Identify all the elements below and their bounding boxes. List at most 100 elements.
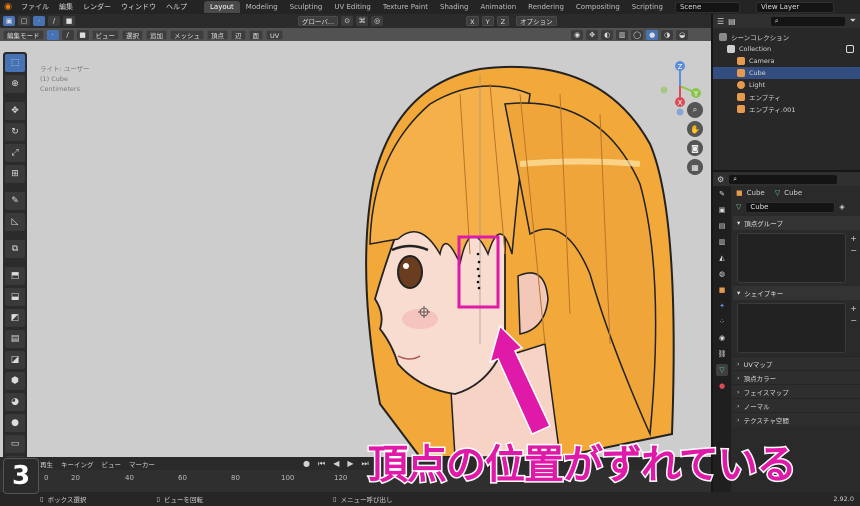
- texture-space-panel[interactable]: › テクスチャ空間: [733, 412, 860, 426]
- axis-y-button[interactable]: Y: [481, 16, 494, 26]
- normals-panel[interactable]: › ノーマル: [733, 398, 860, 412]
- vertex-select-icon[interactable]: ·: [33, 16, 45, 26]
- particles-tab-icon[interactable]: ⁘: [716, 316, 728, 328]
- view-layer-selector[interactable]: View Layer: [755, 1, 834, 13]
- solid-shading-icon[interactable]: ●: [646, 29, 659, 40]
- menu-render[interactable]: レンダー: [78, 2, 116, 12]
- tab-compositing[interactable]: Compositing: [570, 1, 626, 13]
- menu-mesh[interactable]: メッシュ: [170, 29, 204, 40]
- outliner-item-cube[interactable]: Cube: [713, 67, 860, 79]
- 3d-viewport[interactable]: ▣ ▢ · / ■ グローバ... ⊙ ⌘ ◎ X Y Z オプション 編集モー…: [0, 14, 711, 457]
- measure-tool-icon[interactable]: ◺: [5, 213, 25, 231]
- outliner-item-light[interactable]: Light: [713, 79, 860, 91]
- tab-scripting[interactable]: Scripting: [626, 1, 669, 13]
- menu-vertex[interactable]: 頂点: [207, 29, 228, 40]
- knife-tool-icon[interactable]: ◪: [5, 351, 25, 369]
- pan-hand-icon[interactable]: ✋: [687, 121, 703, 137]
- annotate-tool-icon[interactable]: ✎: [5, 192, 25, 210]
- filter-icon[interactable]: ⏷: [850, 16, 856, 26]
- edge-mode-icon[interactable]: /: [61, 29, 74, 40]
- pivot-icon[interactable]: ⊙: [341, 16, 354, 26]
- scene-collection-row[interactable]: シーンコレクション: [713, 31, 860, 43]
- constraints-tab-icon[interactable]: ⛓: [716, 348, 728, 360]
- snap-icon[interactable]: ⌘: [356, 16, 369, 26]
- tab-uv-editing[interactable]: UV Editing: [328, 1, 377, 13]
- menu-help[interactable]: ヘルプ: [161, 2, 192, 12]
- remove-icon[interactable]: −: [850, 246, 857, 255]
- outliner-item-empty-001[interactable]: エンプティ.001: [713, 103, 860, 115]
- edge-slide-tool-icon[interactable]: ▭: [5, 435, 25, 453]
- options-dropdown[interactable]: オプション: [516, 16, 557, 26]
- extrude-tool-icon[interactable]: ⬒: [5, 267, 25, 285]
- menu-timeline-view[interactable]: ビュー: [102, 459, 122, 469]
- record-icon[interactable]: ●: [303, 459, 310, 468]
- play-reverse-icon[interactable]: ◀: [333, 459, 339, 468]
- spin-tool-icon[interactable]: ◕: [5, 393, 25, 411]
- face-maps-panel[interactable]: › フェイスマップ: [733, 384, 860, 398]
- render-tab-icon[interactable]: ▣: [716, 204, 728, 216]
- edge-select-icon[interactable]: /: [48, 16, 60, 26]
- inset-tool-icon[interactable]: ⬓: [5, 288, 25, 306]
- outliner-search-input[interactable]: ⌕: [769, 15, 846, 27]
- material-tab-icon[interactable]: ●: [716, 380, 728, 392]
- menu-keying[interactable]: キーイング: [61, 459, 94, 469]
- mode-dropdown[interactable]: 編集モード: [3, 29, 44, 40]
- menu-select[interactable]: 選択: [122, 29, 143, 40]
- menu-window[interactable]: ウィンドウ: [116, 2, 161, 12]
- world-tab-icon[interactable]: ◍: [716, 268, 728, 280]
- ortho-grid-icon[interactable]: ▦: [687, 159, 703, 175]
- tab-modeling[interactable]: Modeling: [240, 1, 284, 13]
- move-tool-icon[interactable]: ✥: [5, 102, 25, 120]
- display-mode-icon[interactable]: ▤: [728, 17, 736, 26]
- loop-cut-tool-icon[interactable]: ▤: [5, 330, 25, 348]
- mesh-data-tab-icon[interactable]: ▽: [716, 364, 728, 376]
- output-tab-icon[interactable]: ▤: [716, 220, 728, 232]
- face-select-icon[interactable]: ■: [63, 16, 75, 26]
- proportional-icon[interactable]: ◎: [371, 16, 384, 26]
- menu-face[interactable]: 面: [248, 29, 263, 40]
- properties-editor-icon[interactable]: ⚙: [717, 175, 724, 184]
- checkbox-icon[interactable]: [846, 45, 854, 53]
- object-tab-icon[interactable]: ■: [716, 284, 728, 296]
- select-mode-icon[interactable]: ▣: [3, 16, 15, 26]
- jump-start-icon[interactable]: ⏮: [318, 459, 325, 469]
- scale-tool-icon[interactable]: ⤢: [5, 144, 25, 162]
- scene-selector[interactable]: Scene: [674, 1, 740, 13]
- blender-logo-icon[interactable]: ◉: [0, 0, 16, 14]
- tab-sculpting[interactable]: Sculpting: [284, 1, 329, 13]
- render-shading-icon[interactable]: ◒: [676, 29, 689, 40]
- wireframe-shading-icon[interactable]: ◯: [631, 29, 644, 40]
- tab-rendering[interactable]: Rendering: [522, 1, 570, 13]
- modifier-tab-icon[interactable]: ✦: [716, 300, 728, 312]
- remove-icon[interactable]: −: [850, 316, 857, 325]
- tool-tab-icon[interactable]: ✎: [716, 188, 728, 200]
- add-icon[interactable]: +: [850, 304, 857, 313]
- visibility-icon[interactable]: ◉: [571, 29, 584, 40]
- select-box-tool-icon[interactable]: ⬚: [5, 54, 25, 72]
- gizmo-toggle-icon[interactable]: ✥: [586, 29, 599, 40]
- edit-mode-icon[interactable]: ▢: [18, 16, 30, 26]
- menu-uv[interactable]: UV: [266, 29, 284, 40]
- menu-marker[interactable]: マーカー: [129, 459, 155, 469]
- outliner-item-empty[interactable]: エンプティ: [713, 91, 860, 103]
- orientation-dropdown[interactable]: グローバ...: [298, 16, 339, 26]
- smooth-tool-icon[interactable]: ●: [5, 414, 25, 432]
- menu-view[interactable]: ビュー: [91, 29, 119, 40]
- mesh-name-field[interactable]: Cube: [745, 201, 836, 213]
- tab-layout[interactable]: Layout: [204, 1, 240, 13]
- material-shading-icon[interactable]: ◑: [661, 29, 674, 40]
- cursor-tool-icon[interactable]: ⊕: [5, 75, 25, 93]
- vertex-groups-list[interactable]: + −: [737, 233, 857, 283]
- vertex-groups-panel[interactable]: ▾ 頂点グループ: [733, 216, 860, 230]
- tab-texture-paint[interactable]: Texture Paint: [377, 1, 434, 13]
- outliner-item-camera[interactable]: Camera: [713, 55, 860, 67]
- physics-tab-icon[interactable]: ◉: [716, 332, 728, 344]
- transform-tool-icon[interactable]: ⊞: [5, 165, 25, 183]
- menu-playback[interactable]: 再生: [40, 459, 53, 469]
- rotate-tool-icon[interactable]: ↻: [5, 123, 25, 141]
- vertex-mode-icon[interactable]: ·: [46, 29, 59, 40]
- menu-add[interactable]: 追加: [146, 29, 167, 40]
- uv-maps-panel[interactable]: › UVマップ: [733, 356, 860, 370]
- face-mode-icon[interactable]: ■: [76, 29, 89, 40]
- tab-animation[interactable]: Animation: [474, 1, 522, 13]
